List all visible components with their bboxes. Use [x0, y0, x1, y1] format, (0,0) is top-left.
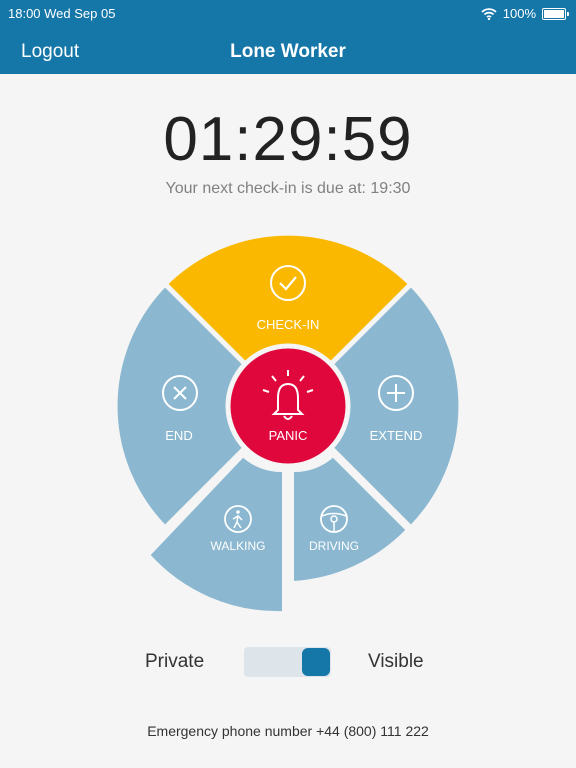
- walking-label: WALKING: [211, 539, 266, 553]
- driving-label: DRIVING: [309, 539, 359, 553]
- visibility-toggle[interactable]: [244, 647, 331, 677]
- visible-label: Visible: [368, 651, 424, 672]
- status-time: 18:00 Wed Sep 05: [8, 6, 116, 21]
- next-checkin-text: Your next check-in is due at: 19:30: [165, 180, 411, 197]
- check-in-label: CHECK-IN: [257, 317, 320, 332]
- end-label: END: [165, 428, 192, 443]
- panic-button[interactable]: PANIC: [225, 343, 351, 469]
- page-title: Lone Worker: [230, 41, 346, 62]
- toggle-knob[interactable]: [302, 648, 330, 676]
- battery-icon: [542, 7, 569, 20]
- battery-percent: 100%: [502, 6, 536, 21]
- app-header: 18:00 Wed Sep 05 100% Logout Lone Worker: [0, 0, 576, 74]
- privacy-control: Private Visible: [0, 640, 576, 684]
- emergency-phone: Emergency phone number +44 (800) 111 222: [147, 723, 429, 739]
- panic-label: PANIC: [269, 428, 308, 443]
- action-dial: CHECK-IN END EXTEND WALKING DRIVING PANI…: [112, 230, 464, 616]
- wifi-icon: [481, 7, 497, 20]
- countdown-timer: 01:29:59: [163, 105, 413, 174]
- extend-label: EXTEND: [370, 428, 423, 443]
- private-label: Private: [145, 651, 205, 672]
- status-indicators: 100%: [481, 6, 569, 21]
